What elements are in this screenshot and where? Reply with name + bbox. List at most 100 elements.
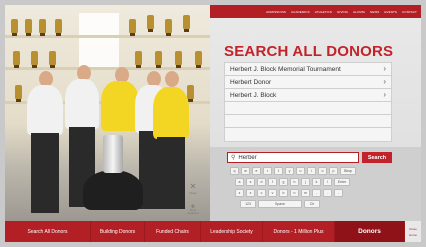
keyboard-row-3: z x c v b n m , . - (235, 189, 343, 197)
move-keyboard-handle[interactable]: ✥ Move Keyboard (186, 205, 200, 219)
result-empty-row (225, 115, 391, 128)
result-item[interactable]: Herbert J. Block Memorial Tournament › (225, 63, 391, 76)
key[interactable]: t (274, 167, 283, 175)
top-link[interactable]: CONTACT (402, 10, 417, 14)
key[interactable]: h (290, 178, 299, 186)
trophy-icon (155, 51, 162, 68)
key[interactable]: x (246, 189, 255, 197)
key[interactable]: i (307, 167, 316, 175)
result-item[interactable]: Herbert J. Block › (225, 89, 391, 102)
group-photo (5, 5, 210, 221)
key[interactable]: n (290, 189, 299, 197)
result-empty-row (225, 102, 391, 115)
key[interactable]: c (257, 189, 266, 197)
key[interactable]: . (323, 189, 332, 197)
trophy-icon (49, 51, 56, 68)
keyboard-row-4: 123 Space Clr (240, 200, 320, 208)
clear-key[interactable]: Clr (304, 200, 320, 208)
nav-donors-1-million-plus[interactable]: Donors - 1 Million Plus (263, 221, 335, 242)
result-item[interactable]: Herbert Donor › (225, 76, 391, 89)
search-input[interactable] (238, 154, 349, 161)
keyboard-row-1: q w e r t y u i o p Bksp (230, 167, 356, 175)
nav-building-donors[interactable]: Building Donors (91, 221, 145, 242)
corner-home-link[interactable]: Home (409, 233, 417, 237)
person-pants (157, 137, 185, 209)
person-head (165, 71, 179, 87)
trophy-icon (165, 19, 172, 36)
key[interactable]: m (301, 189, 310, 197)
chevron-right-icon: › (383, 90, 386, 99)
top-link[interactable]: GIVING (337, 10, 348, 14)
kiosk-screen: ADMISSIONS ACADEMICS ATHLETICS GIVING AL… (5, 5, 421, 242)
search-panel: ADMISSIONS ACADEMICS ATHLETICS GIVING AL… (187, 5, 421, 221)
close-icon: ✕ (189, 182, 197, 191)
key[interactable]: r (263, 167, 272, 175)
top-link[interactable]: ADMISSIONS (266, 10, 286, 14)
space-key[interactable]: Space (258, 200, 302, 208)
top-link[interactable]: NEWS (370, 10, 379, 14)
trophy-pedestal (83, 170, 143, 210)
trophy-shelf (5, 35, 210, 38)
chevron-right-icon: › (383, 77, 386, 86)
nav-funded-chairs[interactable]: Funded Chairs (145, 221, 201, 242)
key[interactable]: y (285, 167, 294, 175)
top-link-bar: ADMISSIONS ACADEMICS ATHLETICS GIVING AL… (210, 5, 421, 18)
window-light (79, 13, 119, 68)
trophy-icon (129, 19, 136, 36)
key[interactable]: - (334, 189, 343, 197)
key[interactable]: z (235, 189, 244, 197)
person-pants (31, 133, 59, 213)
chevron-right-icon: › (383, 64, 386, 73)
search-field: ⚲ (227, 152, 359, 163)
on-screen-keyboard: ⚲ Search q w e r t y u i o p Bksp a s d (187, 147, 421, 221)
result-label: Herbert J. Block (230, 91, 277, 99)
top-link[interactable]: ACADEMICS (291, 10, 310, 14)
key[interactable]: f (268, 178, 277, 186)
key[interactable]: v (268, 189, 277, 197)
person-white-shirt (27, 85, 63, 135)
trophy-icon (135, 51, 142, 68)
key[interactable]: g (279, 178, 288, 186)
nav-donors[interactable]: Donors (335, 221, 405, 242)
key[interactable]: b (279, 189, 288, 197)
corner-close-link[interactable]: Close (409, 227, 417, 231)
backspace-key[interactable]: Bksp (340, 167, 356, 175)
trophy-icon (15, 85, 22, 102)
championship-trophy (103, 135, 123, 173)
key[interactable]: d (257, 178, 266, 186)
key[interactable]: l (323, 178, 332, 186)
key[interactable]: k (312, 178, 321, 186)
top-link[interactable]: EVENTS (384, 10, 397, 14)
key[interactable]: , (312, 189, 321, 197)
search-button[interactable]: Search (362, 152, 392, 163)
nav-search-all-donors[interactable]: Search All Donors (5, 221, 91, 242)
key[interactable]: w (241, 167, 250, 175)
enter-key[interactable]: Enter (334, 178, 350, 186)
key[interactable]: s (246, 178, 255, 186)
page-title: SEARCH ALL DONORS (224, 43, 394, 60)
result-label: Herbert J. Block Memorial Tournament (230, 65, 341, 73)
close-keyboard-button[interactable]: ✕ Close (186, 183, 200, 203)
person-white-shirt (65, 79, 99, 129)
top-link[interactable]: ALUMNI (353, 10, 365, 14)
trophy-icon (183, 15, 190, 32)
key[interactable]: e (252, 167, 261, 175)
trophy-icon (31, 51, 38, 68)
nav-leadership-society[interactable]: Leadership Society (201, 221, 263, 242)
trophy-icon (195, 51, 202, 68)
key[interactable]: o (318, 167, 327, 175)
trophy-icon (11, 19, 18, 36)
key[interactable]: p (329, 167, 338, 175)
bottom-navigation: Search All Donors Building Donors Funded… (5, 221, 421, 242)
trophy-icon (175, 51, 182, 68)
key[interactable]: q (230, 167, 239, 175)
trophy-icon (147, 15, 154, 32)
kiosk-corner-controls: Close Home (405, 221, 421, 242)
numbers-key[interactable]: 123 (240, 200, 256, 208)
key[interactable]: j (301, 178, 310, 186)
key[interactable]: u (296, 167, 305, 175)
trophy-icon (39, 19, 46, 36)
key[interactable]: a (235, 178, 244, 186)
top-link[interactable]: ATHLETICS (315, 10, 332, 14)
trophy-icon (13, 51, 20, 68)
